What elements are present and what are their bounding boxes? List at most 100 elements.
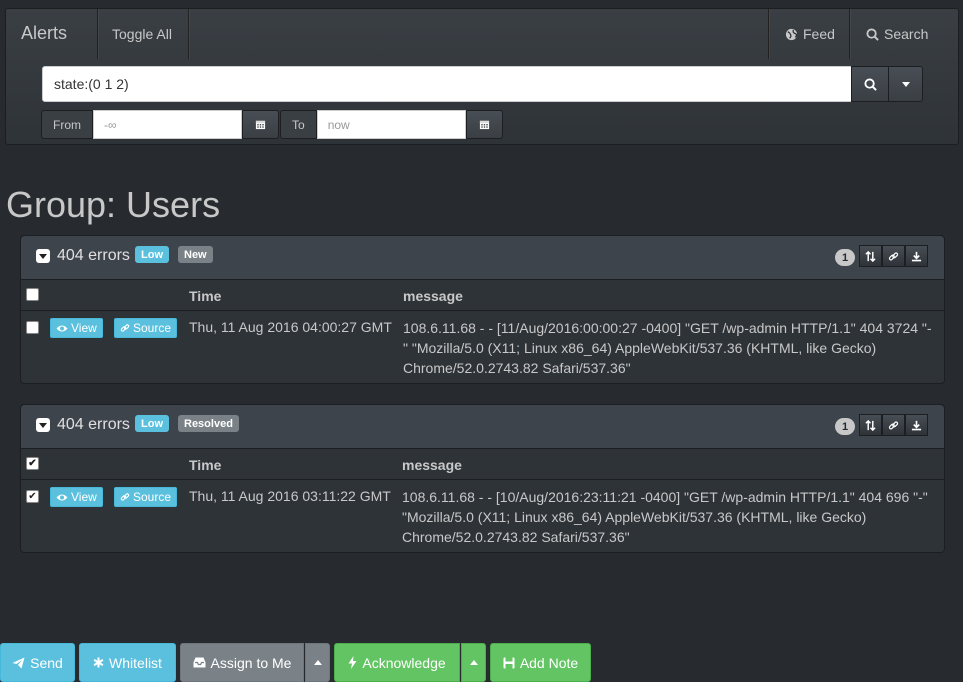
action-toolbar: Send Whitelist Assign to Me Acknowledge … xyxy=(0,643,963,682)
download-icon xyxy=(911,251,922,262)
select-all-checkbox[interactable] xyxy=(26,457,39,470)
status-badge: Resolved xyxy=(178,415,239,432)
source-label: Source xyxy=(133,321,172,335)
add-note-button[interactable]: Add Note xyxy=(490,643,591,682)
select-all-checkbox[interactable] xyxy=(26,288,39,301)
row-checkbox[interactable] xyxy=(26,321,39,334)
to-date-group: To now xyxy=(280,110,503,139)
add-note-label: Add Note xyxy=(519,654,579,671)
asterisk-icon xyxy=(93,657,104,668)
source-button[interactable]: Source xyxy=(114,318,178,338)
count-badge: 1 xyxy=(835,249,855,266)
send-icon xyxy=(12,657,25,669)
floppy-disk-icon xyxy=(503,657,515,669)
severity-badge: Low xyxy=(135,415,169,432)
acknowledge-label: Acknowledge xyxy=(362,654,446,671)
download-button[interactable] xyxy=(905,414,928,436)
feed-label: Feed xyxy=(803,26,835,42)
acknowledge-dropdown-toggle[interactable] xyxy=(461,643,486,682)
collapse-caret-icon[interactable] xyxy=(36,249,50,263)
download-icon xyxy=(911,420,922,431)
nav-divider xyxy=(849,9,850,59)
view-button[interactable]: View xyxy=(50,318,103,338)
feed-link[interactable]: Feed xyxy=(785,26,835,42)
from-calendar-button[interactable] xyxy=(242,110,279,139)
calendar-icon xyxy=(479,119,490,130)
whitelist-label: Whitelist xyxy=(109,654,162,671)
top-navbar: Alerts Toggle All Feed Search state:(0 1… xyxy=(5,8,959,145)
from-date-group: From -∞ xyxy=(41,110,279,139)
collapse-caret-icon[interactable] xyxy=(36,418,50,432)
sort-button[interactable] xyxy=(859,245,882,267)
alert-panel: 404 errors Low Resolved 1 Time message V… xyxy=(20,404,945,553)
from-label: From xyxy=(41,110,93,139)
nav-divider xyxy=(768,9,769,59)
table-row: View Source Thu, 11 Aug 2016 03:11:22 GM… xyxy=(21,480,944,552)
table-header-row: Time message xyxy=(21,280,944,311)
view-label: View xyxy=(71,321,97,335)
eye-icon xyxy=(56,493,68,502)
caret-up-icon xyxy=(313,660,322,665)
download-button[interactable] xyxy=(905,245,928,267)
alert-message: 108.6.11.68 - - [11/Aug/2016:00:00:27 -0… xyxy=(403,320,932,376)
inbox-icon xyxy=(193,657,206,668)
alert-time: Thu, 11 Aug 2016 04:00:27 GMT xyxy=(189,319,392,335)
panel-title: 404 errors xyxy=(57,247,130,264)
link-button[interactable] xyxy=(882,245,905,267)
sort-button[interactable] xyxy=(859,414,882,436)
source-button[interactable]: Source xyxy=(114,487,178,507)
eye-icon xyxy=(56,324,68,333)
caret-up-icon xyxy=(469,660,478,665)
to-label: To xyxy=(280,110,317,139)
panel-title: 404 errors xyxy=(57,416,130,433)
status-badge: New xyxy=(178,246,213,263)
query-search-button[interactable] xyxy=(851,66,889,102)
source-label: Source xyxy=(133,490,172,504)
view-label: View xyxy=(71,490,97,504)
query-options-dropdown[interactable] xyxy=(888,66,923,102)
nav-brand[interactable]: Alerts xyxy=(21,23,67,44)
to-calendar-button[interactable] xyxy=(465,110,503,139)
to-date-input[interactable]: now xyxy=(316,110,466,139)
caret-down-icon xyxy=(901,81,910,87)
alert-time: Thu, 11 Aug 2016 03:11:22 GMT xyxy=(189,488,391,504)
assign-dropdown-toggle[interactable] xyxy=(305,643,330,682)
link-icon xyxy=(120,492,130,502)
table-row: View Source Thu, 11 Aug 2016 04:00:27 GM… xyxy=(21,311,944,383)
row-checkbox[interactable] xyxy=(26,490,39,503)
whitelist-button[interactable]: Whitelist xyxy=(79,643,176,682)
group-title: Group: Users xyxy=(6,184,221,225)
search-link[interactable]: Search xyxy=(866,26,928,42)
view-button[interactable]: View xyxy=(50,487,103,507)
column-header-time: Time xyxy=(189,288,222,304)
globe-icon xyxy=(785,28,798,41)
link-button[interactable] xyxy=(882,414,905,436)
search-icon xyxy=(863,77,877,91)
toggle-all-link[interactable]: Toggle All xyxy=(112,26,172,42)
link-icon xyxy=(888,251,899,262)
severity-badge: Low xyxy=(135,246,169,263)
search-label: Search xyxy=(884,26,929,42)
send-button[interactable]: Send xyxy=(0,643,75,682)
column-header-message: message xyxy=(403,288,463,304)
calendar-icon xyxy=(255,119,266,130)
search-icon xyxy=(866,27,879,41)
alert-panel: 404 errors Low New 1 Time message View S… xyxy=(20,235,945,384)
bolt-icon xyxy=(348,656,357,669)
link-icon xyxy=(120,323,130,333)
acknowledge-button[interactable]: Acknowledge xyxy=(334,643,460,682)
link-icon xyxy=(888,420,899,431)
query-input[interactable]: state:(0 1 2) xyxy=(42,66,852,102)
sort-icon xyxy=(865,250,876,262)
count-badge: 1 xyxy=(835,418,855,435)
table-header-row: Time message xyxy=(21,449,944,480)
panel-heading: 404 errors Low New 1 xyxy=(21,236,944,280)
panel-heading: 404 errors Low Resolved 1 xyxy=(21,405,944,449)
nav-divider xyxy=(188,9,189,59)
from-date-input[interactable]: -∞ xyxy=(93,110,242,139)
assign-to-me-button[interactable]: Assign to Me xyxy=(180,643,304,682)
assign-label: Assign to Me xyxy=(210,654,292,671)
column-header-message: message xyxy=(402,457,462,473)
sort-icon xyxy=(865,419,876,431)
send-label: Send xyxy=(30,654,63,671)
